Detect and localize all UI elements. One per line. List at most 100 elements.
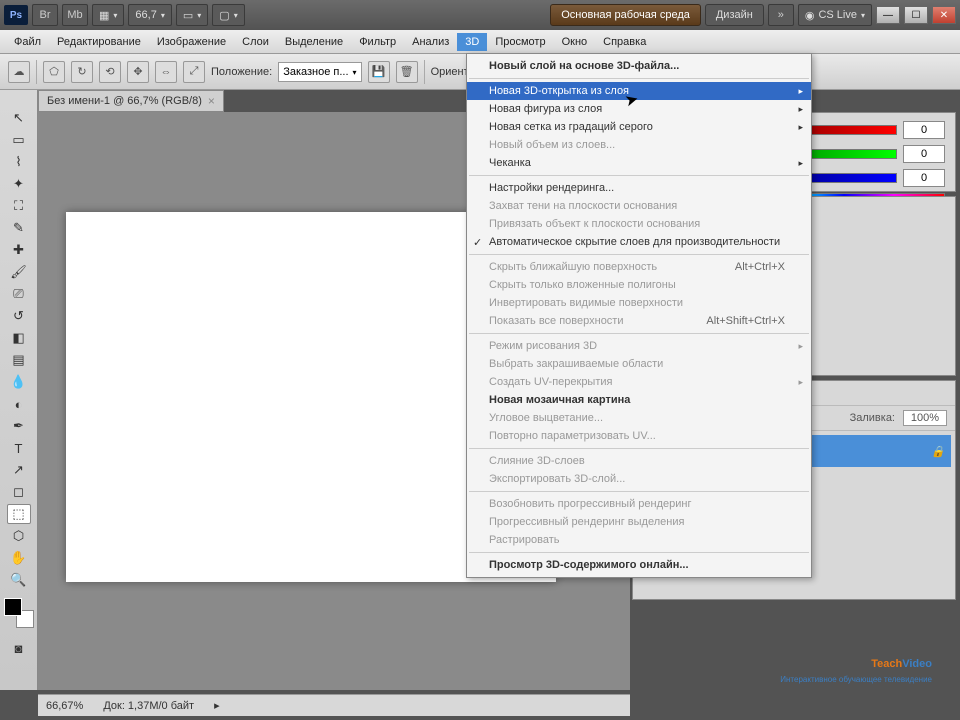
gradient-tool[interactable]: ▤ xyxy=(7,350,31,370)
menu-item: Скрыть ближайшую поверхностьAlt+Ctrl+X xyxy=(467,258,811,276)
dodge-tool[interactable]: ◐ xyxy=(7,394,31,414)
ps-logo-icon: Ps xyxy=(4,5,28,25)
workspace-essentials-button[interactable]: Основная рабочая среда xyxy=(550,4,701,26)
move-tool[interactable]: ↖ xyxy=(7,108,31,128)
heal-tool[interactable]: ✚ xyxy=(7,240,31,260)
status-arrow-icon[interactable]: ▸ xyxy=(214,699,220,712)
3d-rotate-tool[interactable]: ⬚ xyxy=(7,504,31,524)
menu-item[interactable]: Просмотр 3D-содержимого онлайн... xyxy=(467,556,811,574)
3d-pan-icon[interactable]: ✥ xyxy=(127,61,149,83)
minibridge-icon[interactable]: Mb xyxy=(62,4,88,26)
screen-mode-dropdown[interactable]: ▢ xyxy=(212,4,244,26)
path-tool[interactable]: ↗ xyxy=(7,460,31,480)
tool-preset-icon[interactable]: ☁ xyxy=(8,61,30,83)
status-doc-size: Док: 1,37M/0 байт xyxy=(103,700,194,712)
menu-filter[interactable]: Фильтр xyxy=(351,33,404,51)
menu-item: Возобновить прогрессивный рендеринг xyxy=(467,495,811,513)
3d-roll-icon[interactable]: ⟲ xyxy=(99,61,121,83)
menu-edit[interactable]: Редактирование xyxy=(49,33,149,51)
menu-item: Растрировать xyxy=(467,531,811,549)
minimize-button[interactable]: — xyxy=(876,6,900,24)
3d-scale-icon[interactable]: ⤢ xyxy=(183,61,205,83)
3d-menu-dropdown: Новый слой на основе 3D-файла... Новая 3D… xyxy=(466,53,812,578)
menu-item[interactable]: Новый слой на основе 3D-файла... xyxy=(467,57,811,75)
blue-value[interactable]: 0 xyxy=(903,169,945,187)
status-zoom[interactable]: 66,67% xyxy=(46,700,83,712)
menu-item: Инвертировать видимые поверхности xyxy=(467,294,811,312)
arrange-dropdown[interactable]: ▭ xyxy=(176,4,208,26)
eraser-tool[interactable]: ◧ xyxy=(7,328,31,348)
menu-item: Выбрать закрашиваемые области xyxy=(467,355,811,373)
workspace-design-button[interactable]: Дизайн xyxy=(705,4,764,26)
menu-item[interactable]: Новая 3D-открытка из слоя xyxy=(467,82,811,100)
blur-tool[interactable]: 💧 xyxy=(7,372,31,392)
3d-rotate-icon[interactable]: ↻ xyxy=(71,61,93,83)
menu-item: Показать все поверхностиAlt+Shift+Ctrl+X xyxy=(467,312,811,330)
menu-item: Новый объем из слоев... xyxy=(467,136,811,154)
wand-tool[interactable]: ✦ xyxy=(7,174,31,194)
menu-image[interactable]: Изображение xyxy=(149,33,234,51)
menu-3d[interactable]: 3D xyxy=(457,33,487,51)
menu-layer[interactable]: Слои xyxy=(234,33,277,51)
3d-cube-icon[interactable]: ⬠ xyxy=(43,61,65,83)
menu-item: Слияние 3D-слоев xyxy=(467,452,811,470)
red-value[interactable]: 0 xyxy=(903,121,945,139)
3d-camera-tool[interactable]: ⬡ xyxy=(7,526,31,546)
type-tool[interactable]: T xyxy=(7,438,31,458)
quickmask-icon[interactable]: ◙ xyxy=(7,638,31,658)
menu-item: Угловое выцветание... xyxy=(467,409,811,427)
menu-item[interactable]: ✓Автоматическое скрытие слоев для произв… xyxy=(467,233,811,251)
cslive-button[interactable]: ◉ CS Live xyxy=(798,4,872,26)
menu-item: Захват тени на плоскости основания xyxy=(467,197,811,215)
menu-item: Повторно параметризовать UV... xyxy=(467,427,811,445)
menu-item[interactable]: Новая сетка из градаций серого xyxy=(467,118,811,136)
lasso-tool[interactable]: ⌇ xyxy=(7,152,31,172)
brush-tool[interactable]: 🖌 xyxy=(7,262,31,282)
crop-tool[interactable]: ⛶ xyxy=(7,196,31,216)
status-bar: 66,67% Док: 1,37M/0 байт ▸ xyxy=(38,694,630,716)
workspace-more-icon[interactable]: » xyxy=(768,4,794,26)
history-brush-tool[interactable]: ↺ xyxy=(7,306,31,326)
menu-item: Создать UV-перекрытия xyxy=(467,373,811,391)
eyedropper-tool[interactable]: ✎ xyxy=(7,218,31,238)
marquee-tool[interactable]: ▭ xyxy=(7,130,31,150)
view-extras-dropdown[interactable]: ▦ xyxy=(92,4,124,26)
fill-input[interactable]: 100% xyxy=(903,410,947,426)
stamp-tool[interactable]: ⎚ xyxy=(7,284,31,304)
delete-preset-icon[interactable]: 🗑 xyxy=(396,61,418,83)
menu-item[interactable]: Чеканка xyxy=(467,154,811,172)
menu-item: Привязать объект к плоскости основания xyxy=(467,215,811,233)
bridge-icon[interactable]: Br xyxy=(32,4,58,26)
menu-item[interactable]: Новая мозаичная картина xyxy=(467,391,811,409)
watermark: TeachVideo Интерактивное обучающее телев… xyxy=(780,638,932,684)
zoom-tool[interactable]: 🔍 xyxy=(7,570,31,590)
menu-analysis[interactable]: Анализ xyxy=(404,33,457,51)
document-tab[interactable]: Без имени-1 @ 66,7% (RGB/8) × xyxy=(38,90,224,112)
close-tab-icon[interactable]: × xyxy=(208,94,215,108)
pen-tool[interactable]: ✒ xyxy=(7,416,31,436)
maximize-button[interactable]: ☐ xyxy=(904,6,928,24)
menu-select[interactable]: Выделение xyxy=(277,33,351,51)
orient-label: Ориент xyxy=(431,66,469,78)
fill-label: Заливка: xyxy=(850,412,895,424)
close-button[interactable]: ✕ xyxy=(932,6,956,24)
shape-tool[interactable]: ◻ xyxy=(7,482,31,502)
fg-color-swatch[interactable] xyxy=(4,598,22,616)
menu-item[interactable]: Настройки рендеринга... xyxy=(467,179,811,197)
color-swatches[interactable] xyxy=(4,598,34,628)
tools-panel: ↖ ▭ ⌇ ✦ ⛶ ✎ ✚ 🖌 ⎚ ↺ ◧ ▤ 💧 ◐ ✒ T ↗ ◻ ⬚ ⬡ … xyxy=(0,90,38,690)
menu-item: Скрыть только вложенные полигоны xyxy=(467,276,811,294)
titlebar: Ps Br Mb ▦ 66,7 ▭ ▢ Основная рабочая сре… xyxy=(0,0,960,30)
menu-item[interactable]: Новая фигура из слоя xyxy=(467,100,811,118)
menu-view[interactable]: Просмотр xyxy=(487,33,553,51)
zoom-dropdown[interactable]: 66,7 xyxy=(128,4,171,26)
menu-window[interactable]: Окно xyxy=(554,33,596,51)
menu-file[interactable]: Файл xyxy=(6,33,49,51)
menu-help[interactable]: Справка xyxy=(595,33,654,51)
save-preset-icon[interactable]: 💾 xyxy=(368,61,390,83)
hand-tool[interactable]: ✋ xyxy=(7,548,31,568)
green-value[interactable]: 0 xyxy=(903,145,945,163)
position-label: Положение: xyxy=(211,66,272,78)
3d-slide-icon[interactable]: ⇔ xyxy=(155,61,177,83)
position-select[interactable]: Заказное п... xyxy=(278,62,361,82)
